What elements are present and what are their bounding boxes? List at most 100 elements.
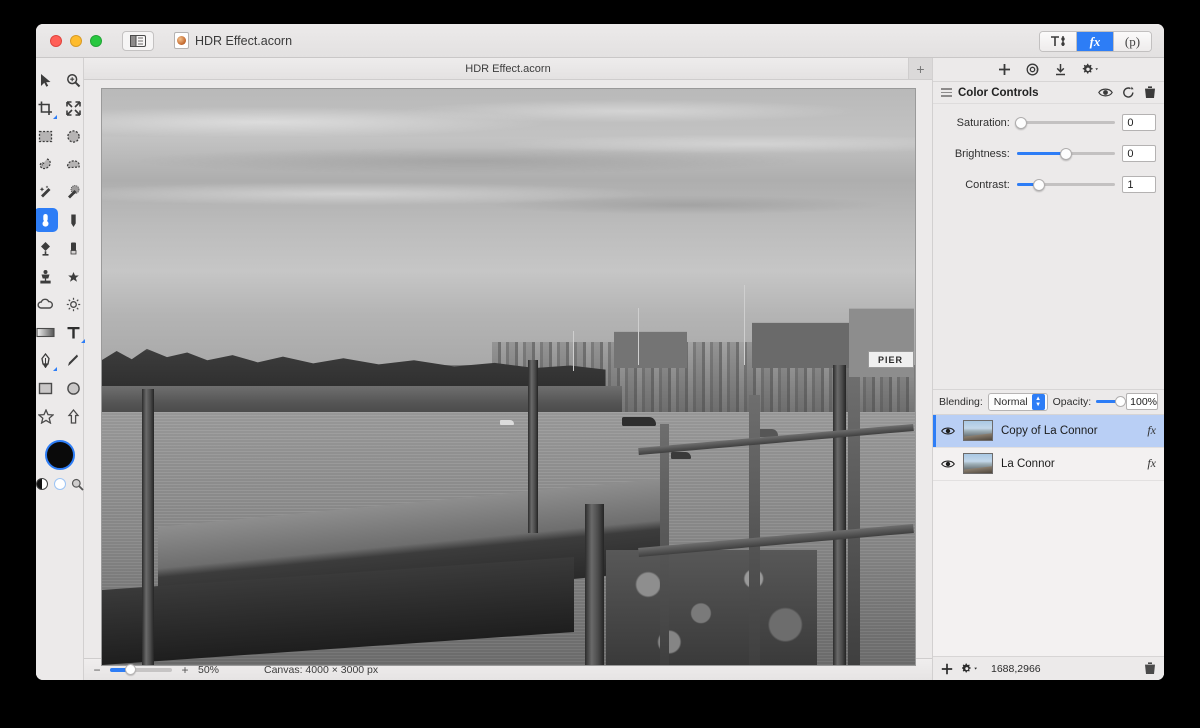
- arrow-shape-tool[interactable]: [62, 404, 86, 428]
- filter-target-button[interactable]: [1026, 63, 1039, 76]
- magic-wand-icon: [39, 185, 51, 197]
- swap-colors-control[interactable]: [36, 477, 49, 491]
- transform-tool[interactable]: [62, 96, 86, 120]
- saturation-label: Saturation:: [956, 116, 1010, 129]
- smudge-tool[interactable]: [62, 264, 86, 288]
- tools-inspector-button[interactable]: [1040, 32, 1077, 51]
- layer-row[interactable]: La Connor fx: [933, 448, 1164, 481]
- reset-filter-button[interactable]: [1122, 86, 1135, 99]
- text-tool[interactable]: [62, 320, 86, 344]
- pencil-tool[interactable]: [62, 208, 86, 232]
- canvas-viewport[interactable]: PIER: [84, 80, 932, 666]
- lasso-icon: [39, 157, 51, 169]
- palette-inspector-button[interactable]: (p): [1114, 32, 1151, 51]
- opacity-value-field[interactable]: 100%: [1126, 393, 1158, 410]
- drag-handle-icon[interactable]: [941, 88, 952, 97]
- magic-wand-tool[interactable]: [36, 180, 58, 204]
- tool-palette: [36, 58, 86, 680]
- layer-visibility-toggle[interactable]: [941, 426, 955, 436]
- blending-label: Blending:: [939, 395, 983, 408]
- close-button[interactable]: [50, 34, 62, 47]
- delete-filter-button[interactable]: [1144, 86, 1156, 99]
- photo-boat: [499, 420, 514, 426]
- saturation-slider-knob[interactable]: [1014, 116, 1027, 129]
- contrast-slider-knob[interactable]: [1032, 178, 1045, 191]
- brightness-value-field[interactable]: 0: [1122, 145, 1156, 162]
- blur-tool[interactable]: [36, 292, 58, 316]
- filter-title: Color Controls: [958, 86, 1039, 99]
- polygon-lasso-icon: [66, 159, 80, 168]
- zoom-slider-knob[interactable]: [124, 663, 136, 675]
- polygon-lasso-tool[interactable]: [62, 152, 86, 176]
- ellipse-icon: [67, 381, 80, 395]
- line-tool[interactable]: [62, 348, 86, 372]
- crop-tool[interactable]: [36, 96, 58, 120]
- zoom-slider[interactable]: [110, 663, 172, 675]
- sidebar-toggle-button[interactable]: [122, 30, 154, 51]
- rectangular-select-tool[interactable]: [36, 124, 58, 148]
- layer-visibility-toggle[interactable]: [941, 459, 955, 469]
- fx-label: fx: [1089, 33, 1101, 49]
- elliptical-select-tool[interactable]: [62, 124, 86, 148]
- zoom-tool[interactable]: [62, 68, 86, 92]
- inspector-panel: Color Controls Saturation: 0 Brightness:…: [932, 58, 1164, 680]
- plus-icon: [999, 64, 1010, 75]
- window-body: HDR Effect.acorn + PIER − + 50% Canvas: …: [36, 58, 1164, 680]
- rectangle-shape-tool[interactable]: [36, 376, 58, 400]
- paint-bucket-tool[interactable]: [36, 236, 58, 260]
- gradient-tool[interactable]: [36, 320, 58, 344]
- clone-stamp-tool[interactable]: [36, 264, 58, 288]
- dodge-tool[interactable]: [62, 292, 86, 316]
- brightness-slider-fill: [1016, 152, 1067, 155]
- pen-tool[interactable]: [36, 348, 58, 372]
- eraser-tool[interactable]: [62, 236, 86, 260]
- brightness-control-row: Brightness: 0: [933, 145, 1156, 162]
- new-tab-button[interactable]: +: [908, 58, 932, 79]
- delete-layer-button[interactable]: [1144, 662, 1156, 675]
- instant-alpha-tool[interactable]: [62, 180, 86, 204]
- contrast-slider[interactable]: [1016, 178, 1116, 191]
- toggle-visibility-button[interactable]: [1098, 87, 1113, 98]
- photo-mast: [638, 307, 640, 366]
- contrast-label: Contrast:: [965, 178, 1010, 191]
- bloat-tool[interactable]: [36, 208, 58, 232]
- saturation-slider[interactable]: [1014, 116, 1116, 129]
- saturation-value-field[interactable]: 0: [1122, 114, 1156, 131]
- maximize-button[interactable]: [90, 34, 102, 47]
- layer-fx-badge[interactable]: fx: [1147, 456, 1156, 471]
- filter-settings-button[interactable]: [1082, 63, 1099, 76]
- layer-settings-button[interactable]: [962, 663, 978, 675]
- photo-mast: [573, 330, 575, 372]
- star-shape-tool[interactable]: [36, 404, 58, 428]
- download-preset-button[interactable]: [1054, 63, 1067, 76]
- chevron-updown-icon: ▲ ▼: [1031, 393, 1045, 410]
- canvas-image[interactable]: PIER: [100, 88, 916, 666]
- layer-row[interactable]: Copy of La Connor fx: [933, 414, 1164, 448]
- trash-icon: [1145, 662, 1155, 674]
- instant-alpha-icon: [68, 184, 80, 198]
- opacity-slider[interactable]: [1096, 395, 1127, 407]
- eye-icon: [941, 427, 955, 434]
- color-picker-control[interactable]: [71, 477, 85, 491]
- lasso-tool[interactable]: [36, 152, 58, 176]
- ellipse-shape-tool[interactable]: [62, 376, 86, 400]
- add-layer-button[interactable]: [941, 663, 953, 675]
- blend-mode-select[interactable]: Normal ▲ ▼: [987, 392, 1048, 411]
- document-tab[interactable]: HDR Effect.acorn: [465, 63, 550, 75]
- opacity-slider-knob[interactable]: [1115, 395, 1127, 407]
- contrast-value-field[interactable]: 1: [1122, 176, 1156, 193]
- photo-building: [613, 330, 687, 369]
- half-circle-icon: [36, 478, 48, 490]
- move-tool[interactable]: [36, 68, 58, 92]
- minimize-button[interactable]: [70, 34, 82, 47]
- add-filter-button[interactable]: [998, 63, 1011, 76]
- layer-fx-badge[interactable]: fx: [1147, 423, 1156, 438]
- layer-name: Copy of La Connor: [1001, 424, 1098, 437]
- brightness-slider[interactable]: [1016, 147, 1116, 160]
- foreground-color-well[interactable]: [44, 440, 75, 470]
- fx-inspector-button[interactable]: fx: [1077, 32, 1114, 51]
- reset-colors-control[interactable]: [53, 477, 67, 491]
- document-title-group: HDR Effect.acorn: [174, 32, 292, 49]
- brightness-slider-knob[interactable]: [1060, 147, 1073, 160]
- marquee-rect-icon: [38, 130, 53, 142]
